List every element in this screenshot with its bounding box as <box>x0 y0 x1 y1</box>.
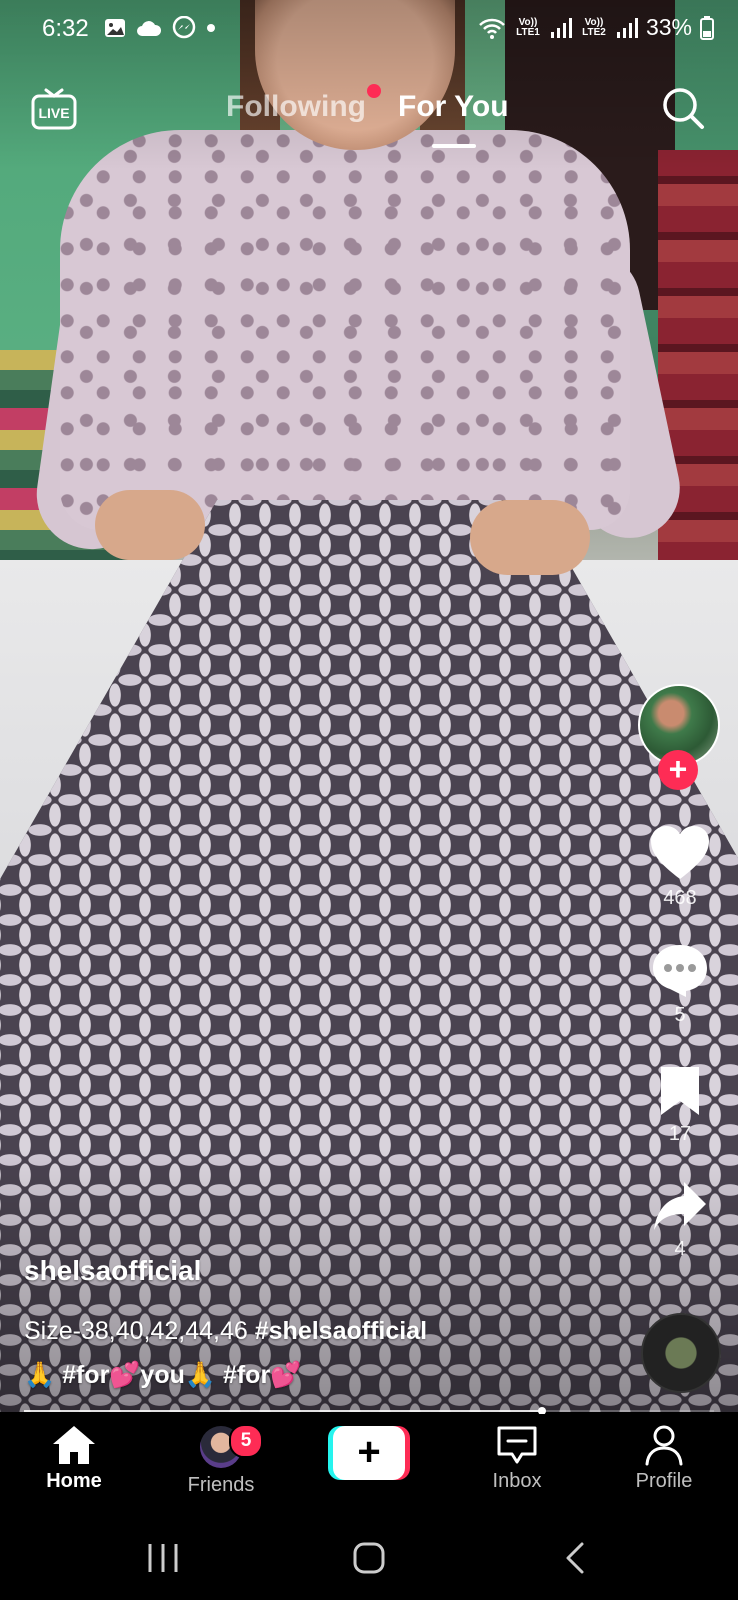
search-icon[interactable] <box>661 86 705 130</box>
creator-username[interactable]: shelsaofficial <box>24 1255 584 1287</box>
comment-count: 5 <box>674 1004 686 1026</box>
share-count: 4 <box>674 1238 686 1260</box>
nav-friends[interactable]: Friends 5 <box>161 1424 281 1497</box>
video-player[interactable] <box>0 0 738 1412</box>
live-icon[interactable]: LIVE <box>30 84 78 132</box>
inbox-icon <box>497 1426 537 1464</box>
save-button[interactable]: 17 <box>630 1065 730 1146</box>
nav-inbox-label: Inbox <box>492 1470 542 1492</box>
friends-badge: 5 <box>229 1424 263 1458</box>
create-button[interactable]: + <box>328 1426 410 1480</box>
save-count: 17 <box>668 1123 692 1145</box>
tiktok-screen: 6:32 Vo)) LTE1 Vo)) LTE2 33% LIVE Follow… <box>0 0 738 1600</box>
active-tab-indicator <box>432 144 476 148</box>
description-text: Size-38,40,42,44,46 <box>24 1317 255 1345</box>
following-notification-dot <box>367 84 381 98</box>
back-icon[interactable] <box>546 1536 606 1580</box>
tab-for-you[interactable]: For You <box>398 90 509 124</box>
hashtag-shelsaofficial[interactable]: #shelsaofficial <box>255 1317 427 1345</box>
status-time: 6:32 <box>42 15 89 42</box>
video-description[interactable]: Size-38,40,42,44,46 #shelsaofficial 🙏 #f… <box>24 1309 584 1397</box>
tab-following[interactable]: Following <box>226 90 366 124</box>
plus-icon: + <box>333 1426 405 1480</box>
video-progress-fill <box>24 1410 542 1412</box>
bookmark-icon <box>661 1067 699 1115</box>
gallery-icon <box>105 19 125 37</box>
share-button[interactable]: 4 <box>630 1180 730 1261</box>
video-caption: shelsaofficial Size-38,40,42,44,46 #shel… <box>24 1255 584 1397</box>
nav-profile-label: Profile <box>635 1470 693 1492</box>
comment-button[interactable]: 5 <box>630 942 730 1027</box>
status-bar: 6:32 Vo)) LTE1 Vo)) LTE2 33% <box>0 0 738 60</box>
nav-home-label: Home <box>46 1470 102 1492</box>
svg-text:LIVE: LIVE <box>38 105 69 121</box>
description-hashtags[interactable]: 🙏 #for💕you🙏 #for💕 <box>24 1361 301 1389</box>
nav-profile[interactable]: Profile <box>604 1424 724 1493</box>
signal-2-icon <box>616 17 638 38</box>
network-1-label: Vo)) LTE1 <box>516 16 540 38</box>
like-count: 468 <box>663 887 697 909</box>
nav-friends-label: Friends <box>187 1474 255 1496</box>
cloud-icon <box>137 21 162 36</box>
home-system-icon[interactable] <box>339 1536 399 1580</box>
profile-icon <box>645 1425 683 1466</box>
nav-inbox[interactable]: Inbox <box>457 1424 577 1493</box>
battery-icon <box>700 15 714 40</box>
heart-icon <box>651 826 709 879</box>
wifi-icon <box>479 18 505 39</box>
share-icon <box>654 1182 706 1230</box>
music-disc[interactable] <box>641 1313 721 1393</box>
nav-home[interactable]: Home <box>14 1424 134 1493</box>
signal-1-icon <box>550 17 572 38</box>
network-2-label: Vo)) LTE2 <box>582 16 606 38</box>
bottom-nav: Home Friends 5 + Inbox Profile <box>0 1414 738 1516</box>
messenger-icon <box>172 16 196 39</box>
like-button[interactable]: 468 <box>630 825 730 910</box>
recent-apps-icon[interactable] <box>133 1536 193 1580</box>
battery-percent: 33% <box>645 14 692 40</box>
home-icon <box>53 1426 95 1464</box>
top-nav: LIVE Following For You <box>0 80 738 160</box>
dot-icon <box>207 24 215 32</box>
follow-button[interactable]: + <box>658 750 698 790</box>
comment-icon <box>653 945 707 997</box>
video-progress-bar[interactable] <box>24 1407 714 1415</box>
system-nav-bar <box>0 1516 738 1600</box>
